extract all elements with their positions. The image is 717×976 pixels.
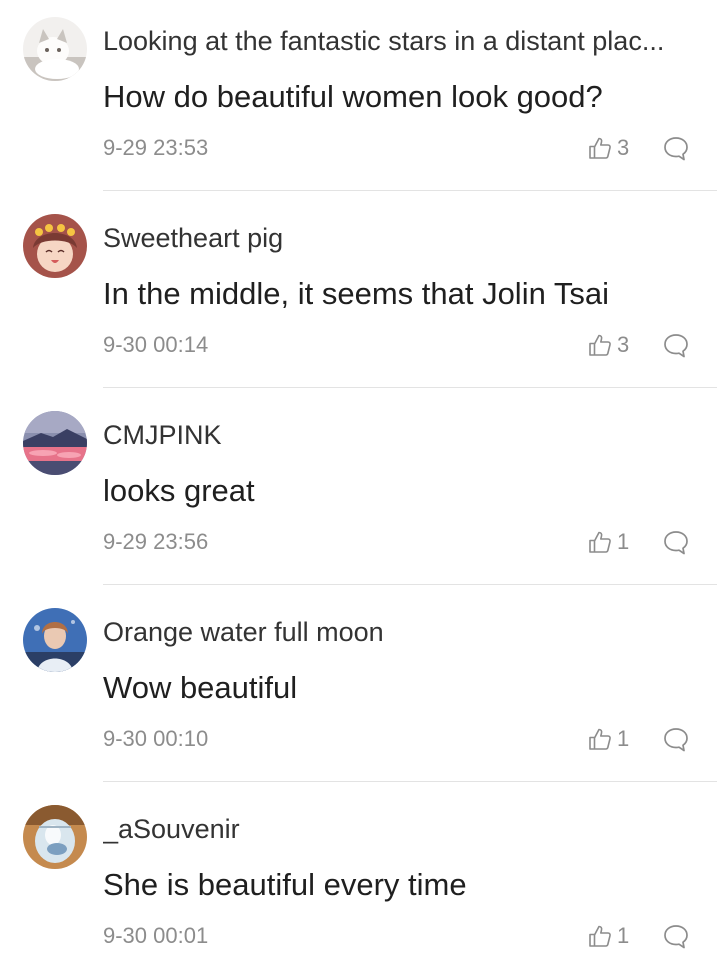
speech-bubble-icon <box>664 334 688 358</box>
comment-timestamp: 9-30 00:14 <box>103 332 209 357</box>
speech-bubble-icon <box>664 925 688 949</box>
reply-button[interactable] <box>662 529 690 557</box>
avatar-landscape-image <box>23 411 87 475</box>
comment-item: Orange water full moon Wow beautiful 9-3… <box>0 591 717 788</box>
comment-text: Wow beautiful <box>103 670 298 705</box>
reply-button[interactable] <box>662 135 690 163</box>
avatar-cat-image <box>23 17 87 81</box>
like-button[interactable]: 1 <box>588 527 629 557</box>
speech-bubble-icon <box>664 728 688 752</box>
like-button[interactable]: 3 <box>588 330 629 360</box>
reply-button[interactable] <box>662 923 690 951</box>
comment-list: Looking at the fantastic stars in a dist… <box>0 0 717 976</box>
username[interactable]: Orange water full moon <box>103 613 699 651</box>
comment-item: _aSouvenir She is beautiful every time 9… <box>0 788 717 976</box>
reply-button[interactable] <box>662 726 690 754</box>
comment-text: looks great <box>103 473 255 508</box>
username[interactable]: CMJPINK <box>103 416 699 454</box>
comment-timestamp: 9-30 00:10 <box>103 726 209 751</box>
avatar[interactable] <box>23 214 87 278</box>
comment-timestamp: 9-30 00:01 <box>103 923 209 948</box>
like-count: 1 <box>617 529 630 554</box>
like-count: 1 <box>617 923 630 948</box>
username[interactable]: Looking at the fantastic stars in a dist… <box>103 22 699 60</box>
comment-item: Sweetheart pig In the middle, it seems t… <box>0 197 717 394</box>
comment-text: How do beautiful women look good? <box>103 79 603 114</box>
avatar-glass-image <box>23 805 87 869</box>
username[interactable]: Sweetheart pig <box>103 219 699 257</box>
comment-item: Looking at the fantastic stars in a dist… <box>0 0 717 197</box>
thumbs-up-icon <box>589 531 611 553</box>
like-button[interactable]: 3 <box>588 133 629 163</box>
like-button[interactable]: 1 <box>588 724 629 754</box>
divider <box>103 190 717 191</box>
comment-timestamp: 9-29 23:56 <box>103 529 209 554</box>
thumbs-up-icon <box>589 137 611 159</box>
like-count: 1 <box>617 726 630 751</box>
avatar[interactable] <box>23 805 87 869</box>
comment-timestamp: 9-29 23:53 <box>103 135 209 160</box>
avatar[interactable] <box>23 608 87 672</box>
username[interactable]: _aSouvenir <box>103 810 699 848</box>
avatar-anime-girl-image <box>23 214 87 278</box>
thumbs-up-icon <box>589 925 611 947</box>
divider <box>103 387 717 388</box>
avatar-portrait-image <box>23 608 87 672</box>
divider <box>103 584 717 585</box>
reply-button[interactable] <box>662 332 690 360</box>
avatar[interactable] <box>23 411 87 475</box>
thumbs-up-icon <box>589 728 611 750</box>
comment-item: CMJPINK looks great 9-29 23:56 1 <box>0 394 717 591</box>
like-button[interactable]: 1 <box>588 921 629 951</box>
comment-text: She is beautiful every time <box>103 867 467 902</box>
speech-bubble-icon <box>664 137 688 161</box>
avatar[interactable] <box>23 17 87 81</box>
divider <box>103 781 717 782</box>
thumbs-up-icon <box>589 334 611 356</box>
comment-text: In the middle, it seems that Jolin Tsai <box>103 276 610 311</box>
like-count: 3 <box>617 332 630 357</box>
like-count: 3 <box>617 135 630 160</box>
speech-bubble-icon <box>664 531 688 555</box>
